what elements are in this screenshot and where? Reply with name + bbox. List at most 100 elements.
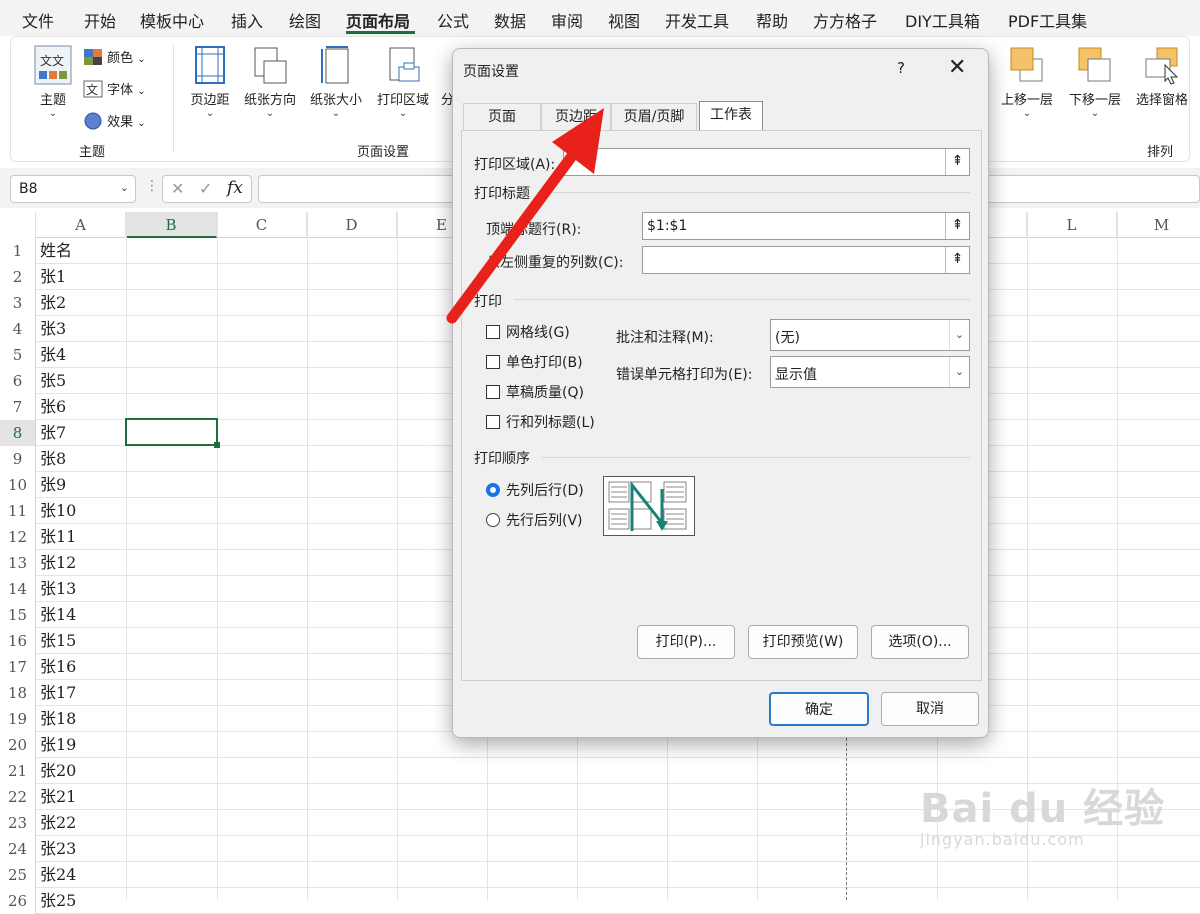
row-header[interactable]: 6 [0,368,36,394]
row-header[interactable]: 9 [0,446,36,472]
insert-function-icon[interactable]: fx [227,178,243,198]
select-all-corner[interactable] [0,212,36,238]
cell-a[interactable]: 张4 [40,342,66,368]
row-header[interactable]: 1 [0,238,36,264]
print-preview-button[interactable]: 打印预览(W) [748,625,858,659]
column-header-c[interactable]: C [217,212,307,238]
cell-a[interactable]: 张15 [40,628,76,654]
row-header[interactable]: 5 [0,342,36,368]
chevron-down-icon[interactable]: ⌄ [120,181,129,194]
help-button[interactable]: ? [897,59,905,77]
tab-header-footer[interactable]: 页眉/页脚 [611,103,697,131]
rows-repeat-input[interactable]: $1:$1 ⇞ [642,212,970,240]
collapse-dialog-icon[interactable]: ⇞ [945,247,969,273]
row-header[interactable]: 26 [0,888,36,914]
print-area-button[interactable]: 打印区域 ⌄ [373,45,433,119]
size-button[interactable]: 纸张大小 ⌄ [307,45,365,119]
row-header[interactable]: 15 [0,602,36,628]
menu-fangfang[interactable]: 方方格子 [813,8,877,32]
cell-a[interactable]: 张8 [40,446,66,472]
cancel-icon[interactable]: ✕ [171,179,184,198]
draft-quality-checkbox[interactable]: 草稿质量(Q) [486,382,584,402]
margins-button[interactable]: 页边距 ⌄ [187,45,233,119]
row-header[interactable]: 10 [0,472,36,498]
row-header[interactable]: 13 [0,550,36,576]
cell-a[interactable]: 张9 [40,472,66,498]
row-header[interactable]: 20 [0,732,36,758]
orientation-button[interactable]: 纸张方向 ⌄ [241,45,299,119]
column-header-b[interactable]: B [126,212,217,238]
menu-pdf-tools[interactable]: PDF工具集 [1008,8,1087,32]
row-header[interactable]: 24 [0,836,36,862]
send-backward-button[interactable]: 下移一层 ⌄ [1065,45,1125,119]
collapse-dialog-icon[interactable]: ⇞ [945,213,969,239]
row-header[interactable]: 16 [0,628,36,654]
row-header[interactable]: 17 [0,654,36,680]
cell-a[interactable]: 张11 [40,524,76,550]
row-header[interactable]: 18 [0,680,36,706]
row-header[interactable]: 23 [0,810,36,836]
print-area-input[interactable]: ⇞ [563,148,970,176]
column-header-d[interactable]: D [307,212,397,238]
tab-margins[interactable]: 页边距 [541,103,611,131]
gridlines-checkbox[interactable]: 网格线(G) [486,322,570,342]
cell-a[interactable]: 张1 [40,264,66,290]
column-header-m[interactable]: M [1117,212,1200,238]
tab-page[interactable]: 页面 [463,103,541,131]
cell-a[interactable]: 张13 [40,576,76,602]
options-button[interactable]: 选项(O)... [871,625,969,659]
colors-button[interactable]: 颜色 ⌄ [83,47,146,66]
cell-a[interactable]: 张2 [40,290,66,316]
cell-a[interactable]: 张17 [40,680,76,706]
cell-a[interactable]: 张21 [40,784,76,810]
cell-a[interactable]: 姓名 [40,238,72,264]
row-header[interactable]: 14 [0,576,36,602]
row-header[interactable]: 11 [0,498,36,524]
errors-select[interactable]: 显示值 ⌄ [770,356,970,388]
menu-developer[interactable]: 开发工具 [665,8,729,32]
row-header[interactable]: 7 [0,394,36,420]
collapse-dialog-icon[interactable]: ⇞ [945,149,969,175]
row-header[interactable]: 21 [0,758,36,784]
row-header[interactable]: 25 [0,862,36,888]
ok-button[interactable]: 确定 [769,692,869,726]
menu-data[interactable]: 数据 [494,8,526,32]
cell-a[interactable]: 张14 [40,602,76,628]
menu-formulas[interactable]: 公式 [437,8,469,32]
cell-a[interactable]: 张10 [40,498,76,524]
comments-select[interactable]: (无) ⌄ [770,319,970,351]
row-header[interactable]: 2 [0,264,36,290]
row-header[interactable]: 3 [0,290,36,316]
menu-file[interactable]: 文件 [22,8,54,32]
close-icon[interactable]: ✕ [948,55,966,80]
cell-a[interactable]: 张6 [40,394,66,420]
column-header-l[interactable]: L [1027,212,1117,238]
cell-a[interactable]: 张25 [40,888,76,914]
cell-a[interactable]: 张12 [40,550,76,576]
down-then-over-radio[interactable]: 先列后行(D) [486,480,584,500]
enter-icon[interactable]: ✓ [199,179,212,198]
cancel-button[interactable]: 取消 [881,692,979,726]
menu-insert[interactable]: 插入 [231,8,263,32]
black-white-checkbox[interactable]: 单色打印(B) [486,352,583,372]
over-then-down-radio[interactable]: 先行后列(V) [486,510,583,530]
theme-button[interactable]: 文文 主题 ⌄ [33,45,73,119]
row-header[interactable]: 22 [0,784,36,810]
menu-page-layout[interactable]: 页面布局 [346,8,410,32]
cell-a[interactable]: 张19 [40,732,76,758]
cell-a[interactable]: 张18 [40,706,76,732]
menu-review[interactable]: 审阅 [551,8,583,32]
menu-template-center[interactable]: 模板中心 [140,8,204,32]
bring-forward-button[interactable]: 上移一层 ⌄ [997,45,1057,119]
menu-draw[interactable]: 绘图 [289,8,321,32]
cell-a[interactable]: 张24 [40,862,76,888]
cell-a[interactable]: 张16 [40,654,76,680]
menu-help[interactable]: 帮助 [756,8,788,32]
row-header[interactable]: 4 [0,316,36,342]
cell-a[interactable]: 张23 [40,836,76,862]
row-header[interactable]: 19 [0,706,36,732]
effects-button[interactable]: 效果 ⌄ [83,111,146,130]
cell-a[interactable]: 张3 [40,316,66,342]
print-button[interactable]: 打印(P)... [637,625,735,659]
cell-a[interactable]: 张5 [40,368,66,394]
